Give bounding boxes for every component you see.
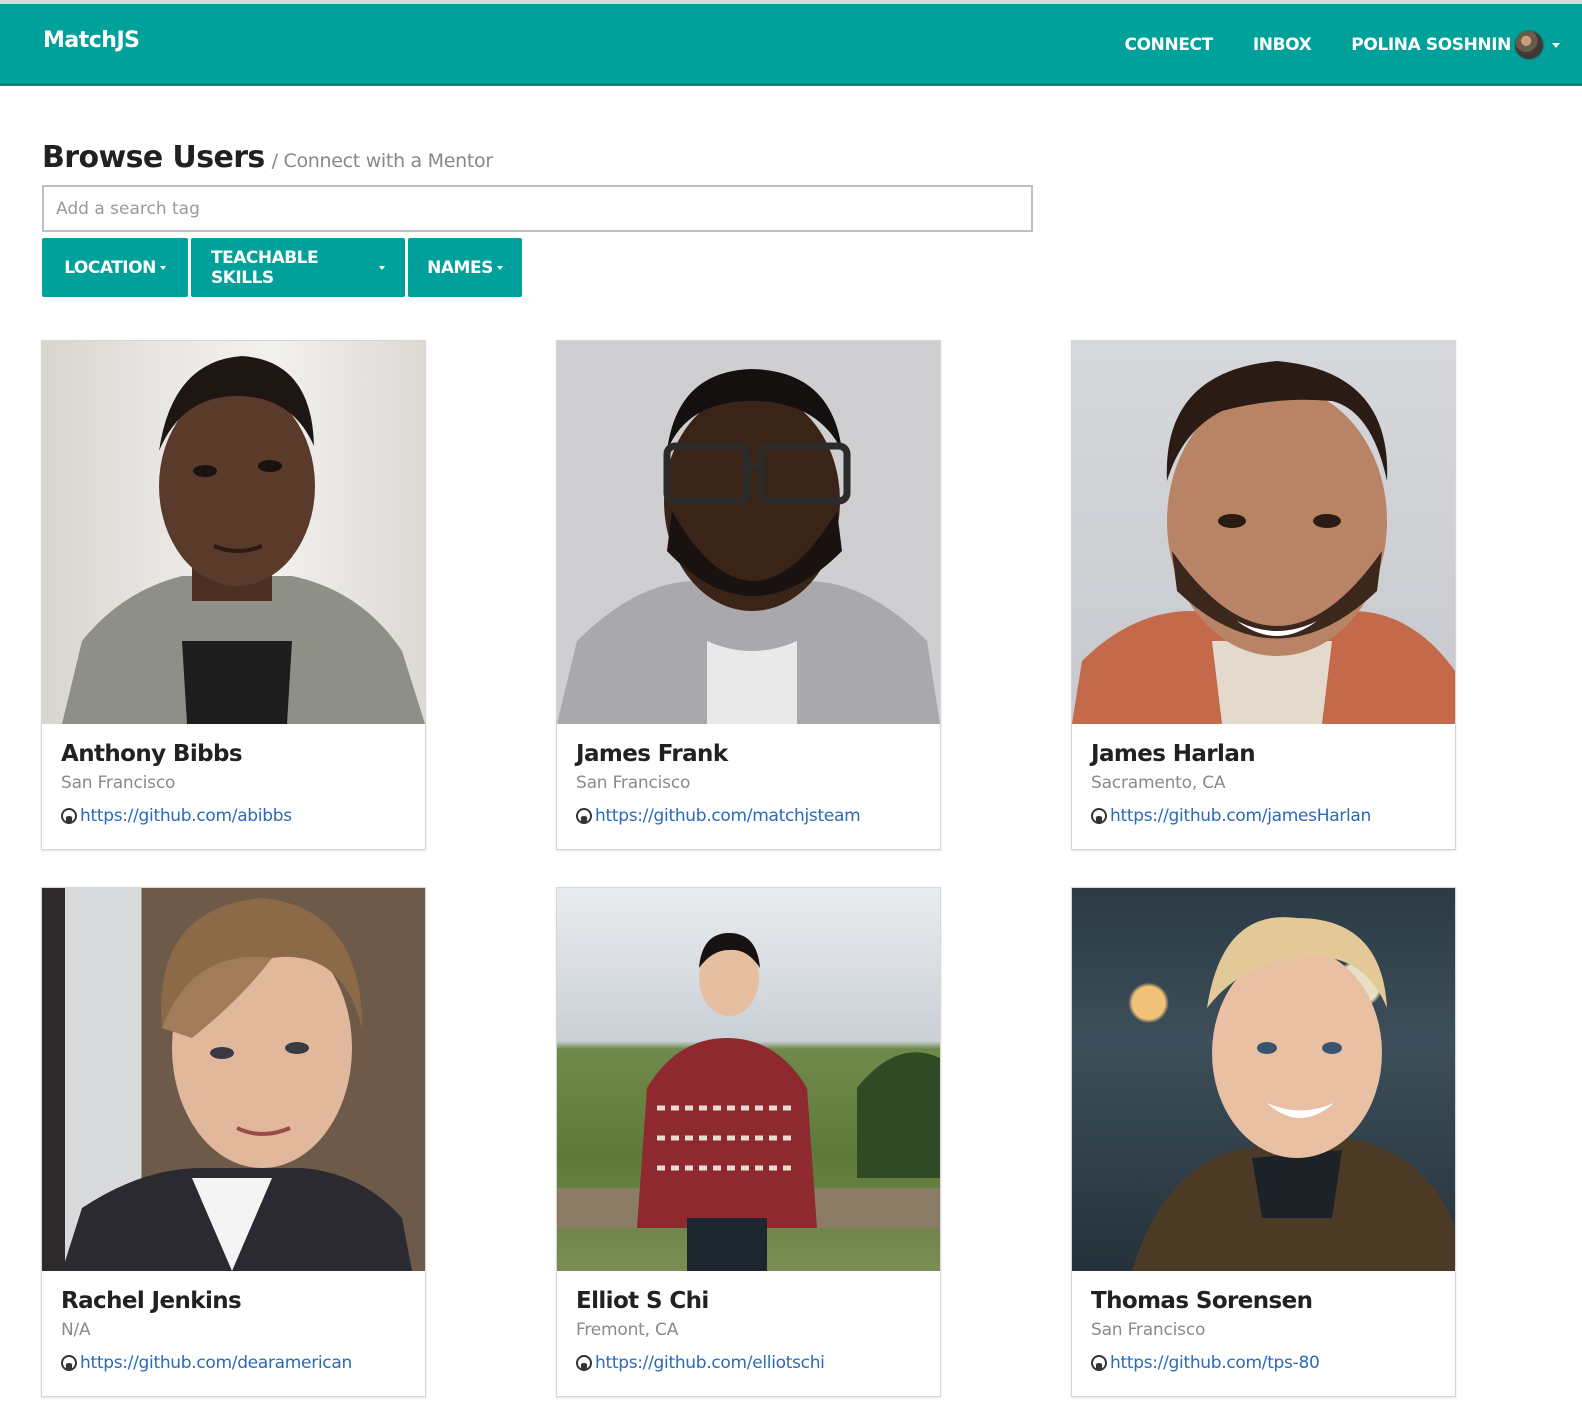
user-photo-illustration — [1132, 917, 1455, 1271]
user-photo[interactable] — [1072, 341, 1455, 724]
user-location: San Francisco — [576, 773, 691, 793]
user-card[interactable]: Thomas Sorensen San Francisco https://gi… — [1071, 887, 1456, 1397]
github-icon — [1091, 1355, 1107, 1371]
user-card[interactable]: Elliot S Chi Fremont, CA https://github.… — [556, 887, 941, 1397]
names-filter-button[interactable]: NAMES — [408, 238, 522, 297]
user-name[interactable]: Thomas Sorensen — [1091, 1288, 1313, 1314]
nav-inbox-link[interactable]: INBOX — [1253, 35, 1312, 55]
nav-connect-link[interactable]: CONNECT — [1125, 35, 1214, 55]
user-photo[interactable] — [42, 341, 425, 724]
user-photo-illustration — [557, 369, 940, 724]
user-card[interactable]: James Harlan Sacramento, CA https://gith… — [1071, 340, 1456, 850]
user-photo[interactable] — [42, 888, 425, 1271]
names-filter-label: NAMES — [427, 257, 493, 278]
github-link[interactable]: https://github.com/tps-80 — [1110, 1353, 1320, 1373]
github-icon — [576, 1355, 592, 1371]
github-icon — [576, 808, 592, 824]
caret-down-icon — [379, 265, 385, 270]
github-icon — [61, 808, 77, 824]
user-card[interactable]: James Frank San Francisco https://github… — [556, 340, 941, 850]
page-subtitle: / Connect with a Mentor — [271, 150, 493, 172]
github-icon — [61, 1355, 77, 1371]
avatar — [1514, 30, 1544, 60]
github-link-row: https://github.com/jamesHarlan — [1091, 806, 1371, 826]
user-card[interactable]: Anthony Bibbs San Francisco https://gith… — [41, 340, 426, 850]
nav-links: CONNECT INBOX POLINA SOSHNIN — [1085, 30, 1560, 60]
location-filter-button[interactable]: LOCATION — [42, 238, 188, 297]
user-name[interactable]: James Harlan — [1091, 741, 1256, 767]
user-location: N/A — [61, 1320, 91, 1340]
github-link[interactable]: https://github.com/abibbs — [80, 806, 292, 826]
user-name[interactable]: Anthony Bibbs — [61, 741, 243, 767]
user-location: Fremont, CA — [576, 1320, 679, 1340]
search-input[interactable] — [42, 185, 1033, 232]
user-photo-illustration — [557, 933, 940, 1271]
user-photo[interactable] — [557, 341, 940, 724]
github-link-row: https://github.com/elliotschi — [576, 1353, 825, 1373]
github-icon — [1091, 808, 1107, 824]
user-photo-illustration — [62, 356, 425, 724]
user-name[interactable]: Elliot S Chi — [576, 1288, 709, 1314]
github-link[interactable]: https://github.com/jamesHarlan — [1110, 806, 1371, 826]
caret-down-icon — [1552, 42, 1560, 48]
user-location: Sacramento, CA — [1091, 773, 1226, 793]
github-link-row: https://github.com/abibbs — [61, 806, 292, 826]
user-card[interactable]: Rachel Jenkins N/A https://github.com/de… — [41, 887, 426, 1397]
caret-down-icon — [496, 265, 503, 270]
user-name: POLINA SOSHNIN — [1351, 35, 1511, 55]
user-menu[interactable]: POLINA SOSHNIN — [1351, 30, 1560, 60]
github-link[interactable]: https://github.com/dearamerican — [80, 1353, 352, 1373]
brand-logo[interactable]: MatchJS — [43, 28, 140, 53]
github-link-row: https://github.com/tps-80 — [1091, 1353, 1320, 1373]
github-link[interactable]: https://github.com/elliotschi — [595, 1353, 825, 1373]
github-link-row: https://github.com/matchjsteam — [576, 806, 861, 826]
user-photo-illustration — [1072, 361, 1455, 724]
github-link-row: https://github.com/dearamerican — [61, 1353, 352, 1373]
caret-down-icon — [159, 265, 166, 270]
user-photo-illustration — [62, 898, 412, 1271]
user-photo[interactable] — [557, 888, 940, 1271]
user-photo[interactable] — [1072, 888, 1455, 1271]
page-heading: Browse Users / Connect with a Mentor — [42, 140, 493, 175]
user-location: San Francisco — [1091, 1320, 1206, 1340]
github-link[interactable]: https://github.com/matchjsteam — [595, 806, 861, 826]
filter-bar: LOCATION TEACHABLE SKILLS NAMES — [42, 238, 525, 297]
user-name[interactable]: James Frank — [576, 741, 728, 767]
skills-filter-button[interactable]: TEACHABLE SKILLS — [191, 238, 405, 297]
skills-filter-label: TEACHABLE SKILLS — [211, 247, 319, 288]
user-location: San Francisco — [61, 773, 176, 793]
navbar: MatchJS CONNECT INBOX POLINA SOSHNIN — [0, 4, 1582, 86]
page-title: Browse Users — [42, 140, 265, 175]
user-name[interactable]: Rachel Jenkins — [61, 1288, 242, 1314]
location-filter-label: LOCATION — [64, 257, 156, 278]
